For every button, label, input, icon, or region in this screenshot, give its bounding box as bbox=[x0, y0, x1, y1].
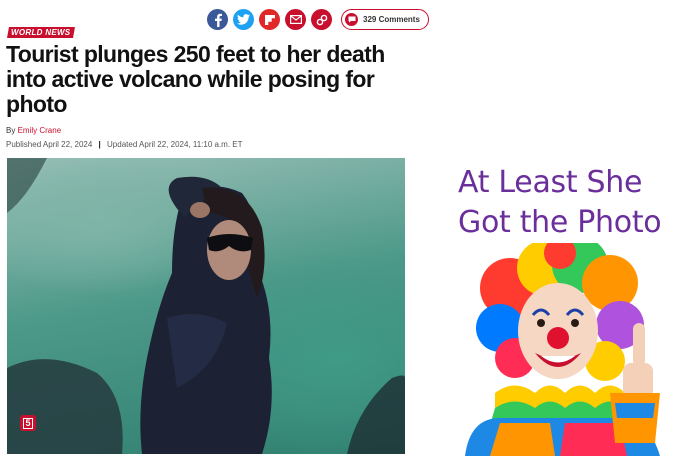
clown-image bbox=[455, 237, 673, 456]
video-number-icon: 5 bbox=[23, 417, 33, 429]
published-date: Published April 22, 2024 bbox=[6, 140, 93, 149]
article-headline: Tourist plunges 250 feet to her death in… bbox=[6, 41, 385, 117]
share-bar: 329 Comments bbox=[207, 9, 429, 30]
category-label: WORLD NEWS bbox=[11, 28, 71, 37]
photo-illustration bbox=[7, 158, 405, 454]
updated-date: Updated April 22, 2024, 11:10 a.m. ET bbox=[107, 140, 243, 149]
video-badge[interactable]: 5 bbox=[20, 415, 36, 431]
caption-line-1: At Least She bbox=[458, 165, 643, 200]
comments-button[interactable]: 329 Comments bbox=[341, 9, 429, 30]
facebook-icon[interactable] bbox=[207, 9, 228, 30]
byline: By Emily Crane bbox=[6, 126, 61, 135]
link-icon[interactable] bbox=[311, 9, 332, 30]
byline-prefix: By bbox=[6, 126, 16, 135]
date-separator: | bbox=[98, 140, 101, 149]
comments-count: 329 Comments bbox=[363, 15, 420, 24]
article-dates: Published April 22, 2024 | Updated April… bbox=[6, 140, 243, 149]
twitter-icon[interactable] bbox=[233, 9, 254, 30]
article-photo[interactable] bbox=[7, 158, 405, 454]
flipboard-icon[interactable] bbox=[259, 9, 280, 30]
email-icon[interactable] bbox=[285, 9, 306, 30]
meme-caption: At Least She Got the Photo bbox=[458, 163, 688, 243]
clown-illustration bbox=[465, 237, 660, 456]
category-badge[interactable]: WORLD NEWS bbox=[7, 27, 75, 38]
author-link[interactable]: Emily Crane bbox=[18, 126, 62, 135]
caption-line-2: Got the Photo bbox=[458, 205, 662, 240]
comment-icon bbox=[345, 13, 358, 26]
